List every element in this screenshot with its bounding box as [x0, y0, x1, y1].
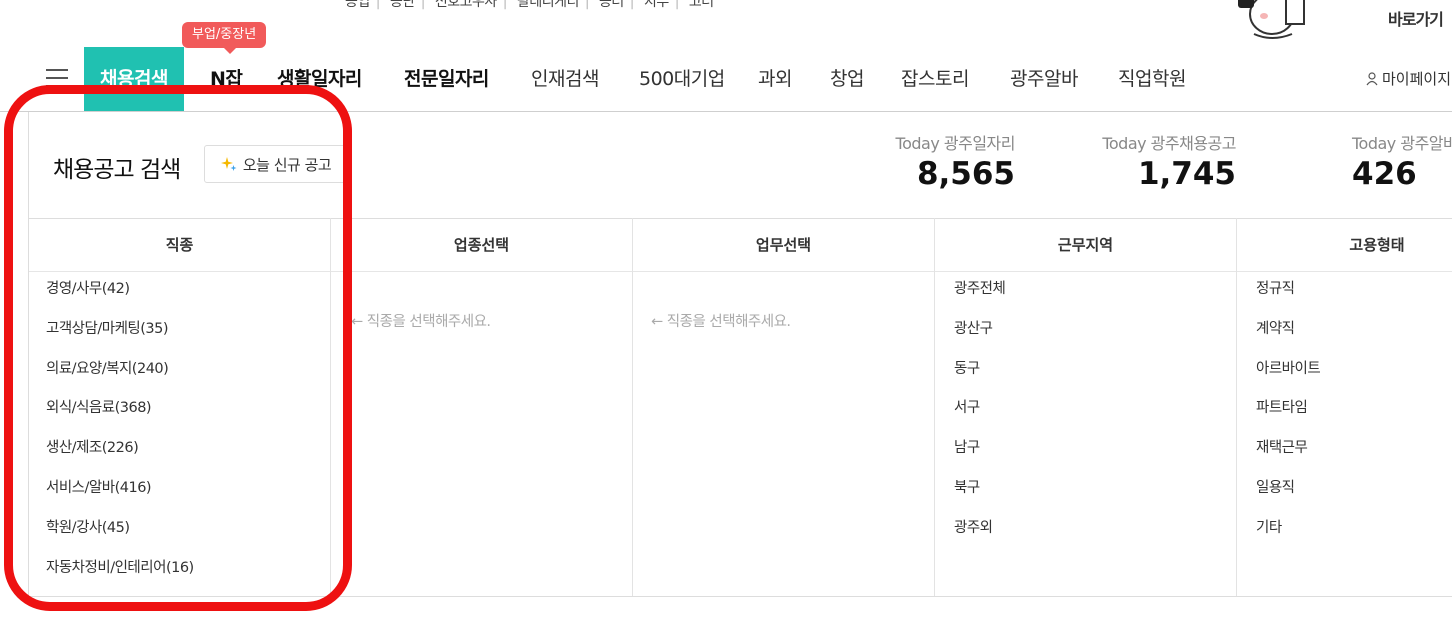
- stat-label: Today 광주알바: [1352, 134, 1452, 153]
- nav-gwangju-alba[interactable]: 광주알바: [1010, 47, 1078, 111]
- filter-header-row: 직종 업종선택 업무선택 근무지역 고용형태: [29, 218, 1452, 272]
- nav-n-job[interactable]: N잡: [210, 47, 243, 111]
- job-type-item[interactable]: 학원/강사(45): [46, 509, 194, 549]
- top-link[interactable]: 공업: [345, 0, 370, 10]
- region-item[interactable]: 북구: [954, 469, 1005, 509]
- region-item[interactable]: 광주전체: [954, 270, 1006, 310]
- mypage-link[interactable]: 마이페이지: [1366, 47, 1451, 111]
- stat-gwangju-postings: Today 광주채용공고 1,745: [1102, 130, 1236, 192]
- region-item[interactable]: 서구: [954, 389, 1005, 429]
- job-type-item[interactable]: 고객상담/마케팅(35): [46, 310, 194, 350]
- employment-type-item[interactable]: 재택근무: [1256, 429, 1320, 469]
- stat-gwangju-jobs: Today 광주일자리 8,565: [895, 130, 1016, 192]
- divider: |: [420, 0, 426, 10]
- shortcut-link[interactable]: 바로가기: [1388, 6, 1444, 30]
- nav-life-jobs[interactable]: 생활일자리: [277, 47, 362, 111]
- main-nav: 채용검색 N잡 생활일자리 전문일자리 인재검색 500대기업 과외 창업 잡스…: [0, 47, 1452, 112]
- menu-icon[interactable]: [46, 69, 68, 91]
- employment-type-item[interactable]: 일용직: [1256, 469, 1320, 509]
- employment-type-list: 정규직 계약직 아르바이트 파트타임 재택근무 일용직 기타: [1256, 270, 1321, 549]
- employment-type-item[interactable]: 파트타임: [1256, 389, 1320, 429]
- column-header-industry: 업종선택: [453, 236, 510, 254]
- column-divider: [934, 218, 935, 596]
- column-header-employment: 고용형태: [1349, 236, 1405, 254]
- employment-type-item[interactable]: 계약직: [1256, 310, 1320, 350]
- nav-jobstory[interactable]: 잡스토리: [901, 47, 969, 111]
- column-divider: [330, 218, 331, 596]
- job-type-item[interactable]: 외식/식음료(368): [46, 389, 194, 429]
- person-icon: [1366, 72, 1378, 86]
- page-title: 채용공고 검색: [53, 157, 181, 183]
- nav-job-search[interactable]: 채용검색: [84, 47, 184, 111]
- divider: |: [502, 0, 508, 10]
- job-type-item[interactable]: 생산/제조(226): [46, 429, 194, 469]
- nav-pro-jobs[interactable]: 전문일자리: [404, 47, 489, 111]
- stat-value: 426: [1352, 156, 1417, 192]
- column-header-region: 근무지역: [1057, 236, 1114, 254]
- employment-type-item[interactable]: 정규직: [1256, 270, 1320, 310]
- job-search-panel: 채용공고 검색 오늘 신규 공고 Today 광주일자리 8,565 Today…: [28, 112, 1452, 597]
- column-header-duty: 업무선택: [755, 236, 812, 254]
- duty-placeholder: ← 직종을 선택해주세요.: [651, 314, 791, 330]
- nav-tutoring[interactable]: 과외: [758, 47, 792, 111]
- divider: |: [375, 0, 381, 10]
- stat-label: Today 광주채용공고: [1102, 134, 1236, 153]
- column-divider: [632, 218, 633, 596]
- top-link[interactable]: 공터: [599, 0, 624, 10]
- stat-label: Today 광주일자리: [895, 134, 1016, 153]
- region-list: 광주전체 광산구 동구 서구 남구 북구 광주외: [954, 270, 1006, 549]
- job-type-item[interactable]: 경영/사무(42): [46, 270, 194, 310]
- top-links: 공업 | 공단 | 전호고우사 | 팔레리게티 | 공터 | 지부 | 고터: [345, 0, 714, 11]
- stat-value: 8,565: [916, 156, 1015, 192]
- stat-gwangju-alba: Today 광주알바 426: [1352, 130, 1452, 192]
- top-link[interactable]: 팔레리게티: [517, 0, 579, 10]
- divider: |: [674, 0, 680, 10]
- column-header-job-type: 직종: [165, 236, 194, 254]
- top-link[interactable]: 전호고우사: [435, 0, 497, 10]
- today-new-jobs-button[interactable]: 오늘 신규 공고: [204, 145, 348, 183]
- column-divider: [1236, 218, 1237, 596]
- mascot-illustration: [1238, 0, 1305, 39]
- job-type-item[interactable]: 자동차정비/인테리어(16): [46, 549, 194, 589]
- divider: |: [629, 0, 635, 10]
- region-item[interactable]: 광주외: [954, 509, 1005, 549]
- job-type-list: 경영/사무(42) 고객상담/마케팅(35) 의료/요양/복지(240) 외식/…: [46, 270, 194, 588]
- employment-type-item[interactable]: 아르바이트: [1256, 350, 1321, 390]
- sparkle-icon: [220, 157, 237, 171]
- nav-top500[interactable]: 500대기업: [639, 47, 725, 111]
- today-new-jobs-label: 오늘 신규 공고: [242, 155, 332, 174]
- industry-placeholder: ← 직종을 선택해주세요.: [351, 314, 491, 330]
- nav-vocational-school[interactable]: 직업학원: [1118, 47, 1186, 111]
- job-type-item[interactable]: 서비스/알바(416): [46, 469, 194, 509]
- region-item[interactable]: 남구: [954, 429, 1005, 469]
- nav-startup[interactable]: 창업: [830, 47, 864, 111]
- top-link[interactable]: 지부: [644, 0, 669, 10]
- top-link[interactable]: 공단: [390, 0, 415, 10]
- job-type-item[interactable]: 의료/요양/복지(240): [46, 350, 194, 390]
- nav-talent-search[interactable]: 인재검색: [531, 47, 599, 111]
- region-item[interactable]: 광산구: [954, 310, 1005, 350]
- stat-value: 1,745: [1137, 156, 1236, 192]
- top-link[interactable]: 고터: [689, 0, 714, 10]
- new-badge: 부업/중장년: [182, 22, 267, 54]
- region-item[interactable]: 동구: [954, 350, 1005, 390]
- divider: |: [584, 0, 590, 10]
- employment-type-item[interactable]: 기타: [1256, 509, 1320, 549]
- mypage-label: 마이페이지: [1382, 70, 1452, 88]
